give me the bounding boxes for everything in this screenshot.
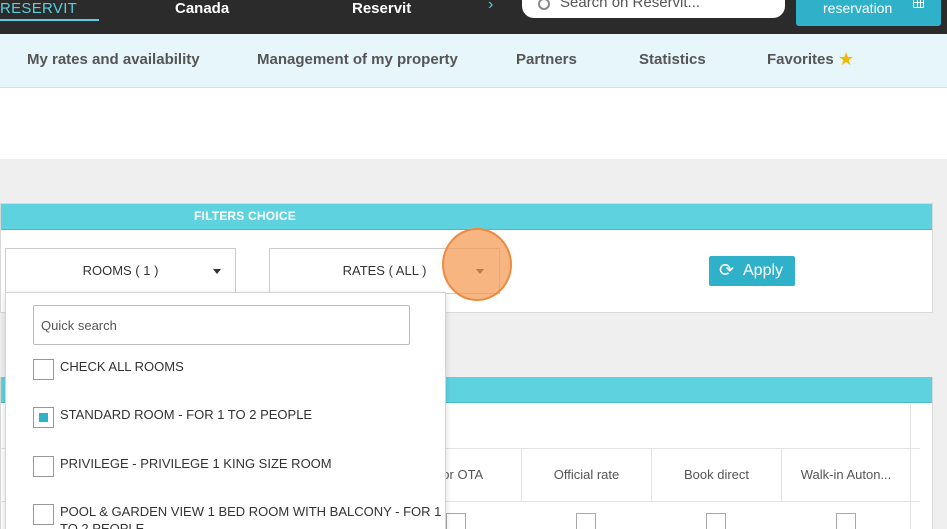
option-label: CHECK ALL ROOMS bbox=[60, 359, 184, 374]
top-link-canada[interactable]: Canada bbox=[175, 0, 229, 18]
brand-underline bbox=[0, 19, 99, 21]
table-divider bbox=[910, 404, 911, 529]
nav-partners[interactable]: Partners bbox=[516, 51, 577, 69]
checkbox-checked[interactable] bbox=[33, 407, 54, 428]
table-checkbox[interactable] bbox=[836, 513, 856, 529]
option-label: PRIVILEGE - PRIVILEGE 1 KING SIZE ROOM bbox=[60, 456, 332, 471]
apply-label: Apply bbox=[743, 262, 784, 279]
page-header-area bbox=[0, 88, 947, 159]
apply-button[interactable]: ⟳ Apply bbox=[709, 256, 795, 286]
column-header-walk-in: Walk-in Auton... bbox=[781, 449, 910, 501]
table-checkbox[interactable] bbox=[446, 513, 466, 529]
global-search-placeholder: Search on Reservit... bbox=[560, 0, 701, 11]
rooms-select-label: ROOMS ( 1 ) bbox=[82, 263, 159, 278]
option-label: STANDARD ROOM - FOR 1 TO 2 PEOPLE bbox=[60, 407, 313, 422]
table-checkbox[interactable] bbox=[706, 513, 726, 529]
calendar-grid-icon bbox=[913, 0, 924, 8]
star-icon: ★ bbox=[838, 49, 855, 69]
nav-statistics[interactable]: Statistics bbox=[639, 51, 706, 69]
nav-rates-availability[interactable]: My rates and availability bbox=[27, 51, 200, 69]
global-search-box[interactable]: Search on Reservit... bbox=[522, 0, 785, 18]
refresh-icon: ⟳ bbox=[719, 260, 735, 280]
main-nav: My rates and availability Management of … bbox=[0, 34, 947, 88]
caret-down-icon bbox=[213, 269, 221, 274]
nav-property-management[interactable]: Management of my property bbox=[257, 51, 458, 69]
column-header-book-direct: Book direct bbox=[651, 449, 781, 501]
rooms-dropdown: CHECK ALL ROOMS STANDARD ROOM - FOR 1 TO… bbox=[5, 292, 446, 529]
checkbox[interactable] bbox=[33, 456, 54, 477]
quick-search-input[interactable] bbox=[33, 305, 410, 345]
nav-favorites[interactable]: Favorites bbox=[767, 51, 834, 69]
filters-header: FILTERS CHOICE bbox=[1, 204, 932, 230]
rooms-select[interactable]: ROOMS ( 1 ) bbox=[5, 248, 236, 294]
checkbox[interactable] bbox=[33, 504, 54, 525]
reservation-label: reservation bbox=[823, 0, 893, 16]
brand-logo[interactable]: RESERVIT bbox=[0, 0, 77, 18]
new-reservation-button[interactable]: reservation bbox=[796, 0, 941, 26]
column-header-official-rate: Official rate bbox=[521, 449, 651, 501]
filters-title: FILTERS CHOICE bbox=[194, 209, 296, 223]
click-highlight-marker bbox=[442, 228, 512, 301]
option-label: POOL & GARDEN VIEW 1 BED ROOM WITH BALCO… bbox=[60, 504, 442, 529]
top-bar: RESERVIT Canada Reservit › Search on Res… bbox=[0, 0, 947, 34]
chevron-right-icon[interactable]: › bbox=[488, 0, 493, 14]
checkbox[interactable] bbox=[33, 359, 54, 380]
table-checkbox[interactable] bbox=[576, 513, 596, 529]
top-link-reservit[interactable]: Reservit bbox=[352, 0, 411, 18]
search-icon bbox=[538, 0, 550, 10]
